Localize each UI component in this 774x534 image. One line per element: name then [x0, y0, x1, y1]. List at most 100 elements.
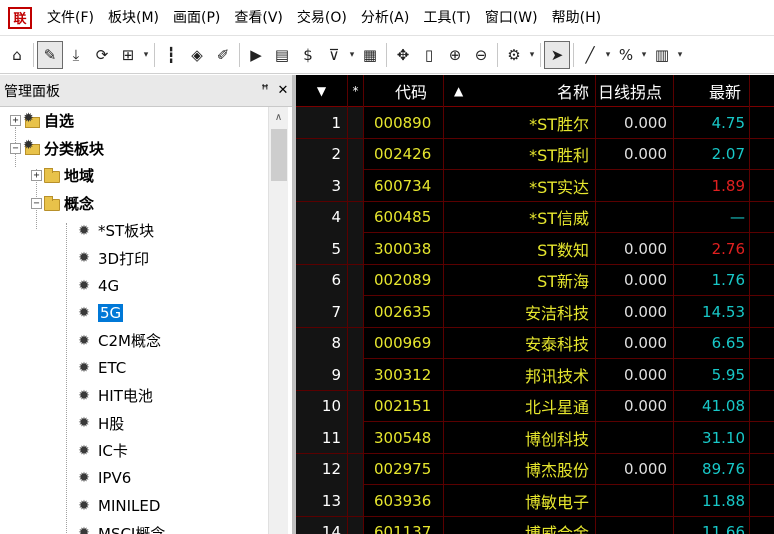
- dropdown-arrow-icon[interactable]: ▾: [675, 50, 685, 60]
- document-icon[interactable]: ▤: [269, 41, 295, 69]
- table-row[interactable]: 10 002151 北斗星通 0.000 41.08: [296, 390, 774, 422]
- expand-icon[interactable]: +: [10, 115, 21, 127]
- table-row[interactable]: 11 300548 博创科技 31.10: [296, 422, 774, 454]
- table-row[interactable]: 12 002975 博杰股份 0.000 89.76: [296, 453, 774, 485]
- stock-name: *ST信威: [444, 201, 596, 233]
- stock-name: ST新海: [444, 264, 596, 296]
- tree-leaf-concept[interactable]: ✹ ETC: [0, 355, 268, 383]
- menu-item[interactable]: 交易(O): [290, 0, 354, 36]
- toolbar-separator: [33, 42, 34, 67]
- tree-leaf-concept[interactable]: ✹ MINILED: [0, 492, 268, 520]
- star-cell: [348, 170, 364, 201]
- dropdown-arrow-icon[interactable]: ▾: [347, 50, 357, 60]
- tree-leaf-concept[interactable]: ✹ 5G: [0, 300, 268, 328]
- extra-column-header[interactable]: [750, 75, 774, 107]
- stock-name: 博威合金: [444, 516, 596, 534]
- percent-icon[interactable]: %: [613, 41, 639, 69]
- split-header-label: 日线拐点: [598, 83, 663, 102]
- download-icon[interactable]: ⤓: [63, 41, 89, 69]
- table-row[interactable]: 2 002426 *ST胜利 0.000 2.07: [296, 138, 774, 170]
- tree-leaf-concept[interactable]: ✹ 3D打印: [0, 245, 268, 273]
- zoom-out-icon[interactable]: ⊖: [468, 41, 494, 69]
- row-index: 6: [296, 264, 348, 296]
- table-row[interactable]: 1 000890 *ST胜尔 0.000 4.75: [296, 107, 774, 139]
- split-value: [596, 516, 674, 534]
- scroll-thumb[interactable]: [271, 129, 287, 181]
- tree-leaf-concept[interactable]: ✹ HIT电池: [0, 382, 268, 410]
- column-menu-button[interactable]: ▼: [296, 75, 348, 107]
- play-icon[interactable]: ▶: [243, 41, 269, 69]
- expand-icon[interactable]: +: [31, 170, 42, 182]
- tree-scrollbar[interactable]: ∧: [268, 107, 288, 534]
- line-tool-icon[interactable]: ╱: [577, 41, 603, 69]
- tree-leaf-concept[interactable]: ✹ *ST板块: [0, 217, 268, 245]
- tree-leaf-concept[interactable]: ✹ C2M概念: [0, 327, 268, 355]
- menu-item[interactable]: 板块(M): [101, 0, 166, 36]
- app-logo-icon[interactable]: 联: [8, 6, 32, 29]
- table-row[interactable]: 13 603936 博敏电子 11.88: [296, 485, 774, 517]
- menu-item[interactable]: 文件(F): [40, 0, 101, 36]
- dollar-icon[interactable]: $: [295, 41, 321, 69]
- dropdown-arrow-icon[interactable]: ▾: [527, 50, 537, 60]
- close-icon[interactable]: ✕: [274, 83, 292, 98]
- last-column-header[interactable]: 最新: [674, 75, 750, 107]
- zoom-in-icon[interactable]: ⊕: [442, 41, 468, 69]
- menu-item[interactable]: 窗口(W): [478, 0, 545, 36]
- table-row[interactable]: 8 000969 安泰科技 0.000 6.65: [296, 327, 774, 359]
- table-row[interactable]: 4 600485 *ST信威 —: [296, 201, 774, 233]
- stock-code: 603936: [364, 485, 444, 516]
- edit-circle-icon[interactable]: ✐: [210, 41, 236, 69]
- table-row[interactable]: 9 300312 邦讯技术 0.000 5.95: [296, 359, 774, 391]
- table-row[interactable]: 7 002635 安洁科技 0.000 14.53: [296, 296, 774, 328]
- split-value: [596, 170, 674, 201]
- extra-cell: [750, 328, 774, 359]
- tree-node-watchlist[interactable]: + ✹ 自选: [0, 107, 268, 135]
- settings-icon[interactable]: ⚙: [501, 41, 527, 69]
- pointer-icon[interactable]: ➤: [544, 40, 570, 69]
- filter-icon[interactable]: ⊽: [321, 41, 347, 69]
- code-column-header[interactable]: 代码: [364, 75, 444, 107]
- extra-cell: [750, 485, 774, 516]
- candlestick-icon[interactable]: ┇: [158, 41, 184, 69]
- menu-item[interactable]: 工具(T): [416, 0, 477, 36]
- move-icon[interactable]: ✥: [390, 41, 416, 69]
- split-column-header[interactable]: 日线拐点: [596, 75, 674, 107]
- pin-icon[interactable]: ꟸ: [256, 83, 274, 98]
- dropdown-arrow-icon[interactable]: ▾: [141, 50, 151, 60]
- scroll-up-icon[interactable]: ∧: [269, 107, 288, 127]
- tree-leaf-concept[interactable]: ✹ MSCI概念: [0, 520, 268, 534]
- dropdown-arrow-icon[interactable]: ▾: [603, 50, 613, 60]
- table-row[interactable]: 3 600734 *ST实达 1.89: [296, 170, 774, 202]
- collapse-icon[interactable]: −: [10, 142, 21, 154]
- tree-node-concept[interactable]: − 概念: [0, 190, 268, 218]
- menu-item[interactable]: 画面(P): [166, 0, 227, 36]
- dropdown-arrow-icon[interactable]: ▾: [639, 50, 649, 60]
- tree-node-region[interactable]: + 地域: [0, 162, 268, 190]
- diamond-icon[interactable]: ◈: [184, 41, 210, 69]
- chart-panel-icon[interactable]: ▦: [357, 41, 383, 69]
- name-column-header[interactable]: ▲ 名称: [444, 75, 596, 107]
- collapse-icon[interactable]: −: [31, 197, 42, 209]
- tree-leaf-concept[interactable]: ✹ 4G: [0, 272, 268, 300]
- star-column-header[interactable]: *: [348, 75, 364, 107]
- menu-item[interactable]: 查看(V): [227, 0, 290, 36]
- panel-icon[interactable]: ▥: [649, 41, 675, 69]
- grid-icon[interactable]: ⊞: [115, 41, 141, 69]
- row-index: 8: [296, 327, 348, 359]
- split-value: 0.000: [596, 359, 674, 390]
- home-icon[interactable]: ⌂: [4, 41, 30, 69]
- table-row[interactable]: 5 300038 ST数知 0.000 2.76: [296, 233, 774, 265]
- tree-leaf-concept[interactable]: ✹ IC卡: [0, 437, 268, 465]
- menu-item[interactable]: 帮助(H): [545, 0, 608, 36]
- tree-leaf-concept[interactable]: ✹ IPV6: [0, 465, 268, 493]
- menu-item[interactable]: 分析(A): [354, 0, 417, 36]
- tree-leaf-concept[interactable]: ✹ H股: [0, 410, 268, 438]
- table-row[interactable]: 14 601137 博威合金 11.66: [296, 516, 774, 534]
- draw-pen-icon[interactable]: ✎: [37, 40, 63, 69]
- toolbar-separator: [540, 42, 541, 67]
- bar-icon[interactable]: ▯: [416, 41, 442, 69]
- refresh-icon[interactable]: ⟳: [89, 41, 115, 69]
- table-row[interactable]: 6 002089 ST新海 0.000 1.76: [296, 264, 774, 296]
- star-cell: [348, 296, 364, 327]
- tree-node-category[interactable]: − ✹ 分类板块: [0, 135, 268, 163]
